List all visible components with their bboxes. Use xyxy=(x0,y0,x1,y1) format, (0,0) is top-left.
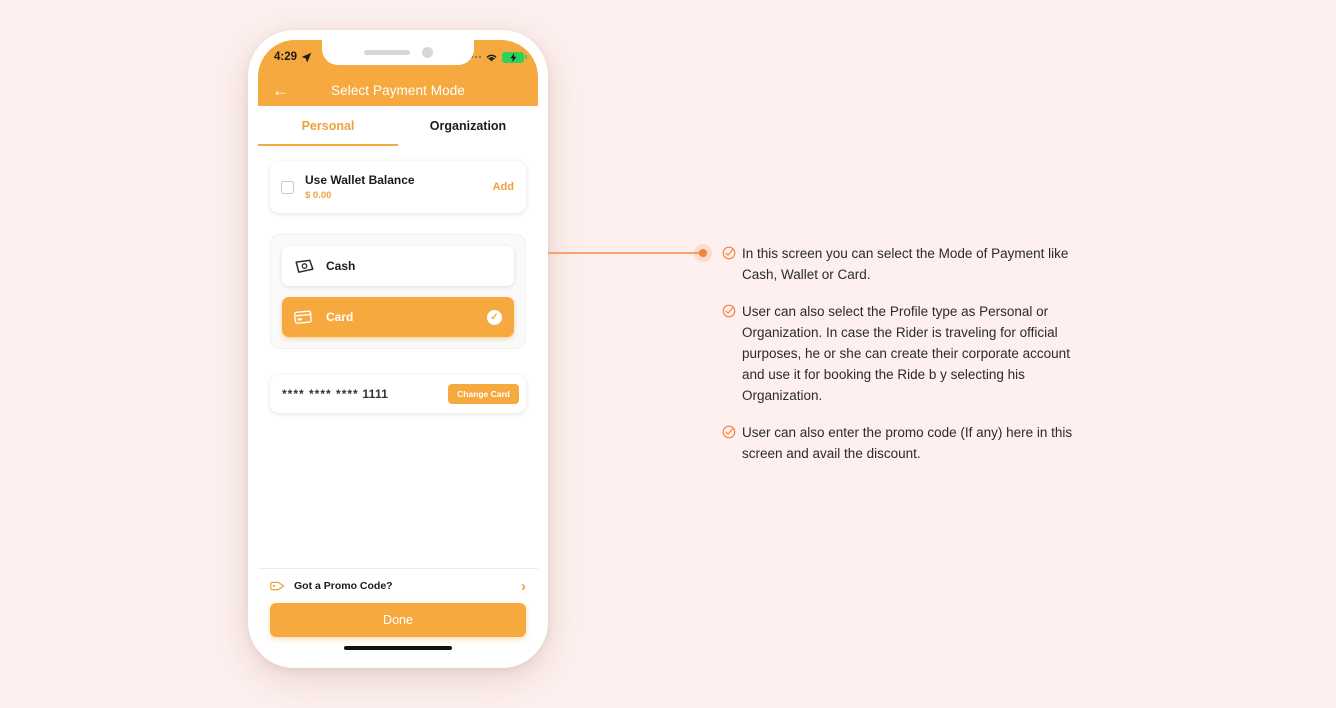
wallet-amount: $ 0.00 xyxy=(305,190,332,201)
back-arrow-icon[interactable]: ← xyxy=(272,82,289,99)
saved-card-last-four: 1111 xyxy=(362,387,389,401)
use-wallet-checkbox[interactable] xyxy=(281,180,294,194)
callout-connector-line xyxy=(548,252,700,254)
add-funds-button[interactable]: Add xyxy=(493,181,514,193)
phone-notch xyxy=(322,40,474,65)
cash-icon xyxy=(294,259,315,274)
charging-bolt-icon xyxy=(510,52,516,62)
payment-options-group: Cash Card ✓ xyxy=(270,234,526,349)
status-time: 4:29 xyxy=(274,51,298,63)
circle-check-icon xyxy=(722,243,742,285)
wallet-text-group: Use Wallet Balance $ 0.00 xyxy=(305,173,493,201)
credit-card-icon xyxy=(294,309,315,325)
front-camera-icon xyxy=(421,47,433,58)
tab-organization[interactable]: Organization xyxy=(398,106,538,146)
wifi-icon xyxy=(486,54,497,61)
promo-code-label: Got a Promo Code? xyxy=(294,580,393,592)
saved-card-row: **** **** **** 1111 Change Card xyxy=(270,375,526,413)
chevron-right-icon[interactable]: › xyxy=(521,578,526,595)
saved-card-number: **** **** **** 1111 xyxy=(282,387,448,401)
annotation-item: User can also enter the promo code (If a… xyxy=(722,422,1092,464)
home-indicator xyxy=(344,646,452,650)
page-title: Select Payment Mode xyxy=(331,82,465,98)
wallet-balance-row[interactable]: Use Wallet Balance $ 0.00 Add xyxy=(270,161,526,213)
circle-check-icon xyxy=(722,422,742,464)
circle-check-icon xyxy=(722,301,742,406)
payment-option-cash-label: Cash xyxy=(326,259,356,273)
battery-charging-icon xyxy=(502,51,527,63)
saved-card-mask: **** **** **** xyxy=(282,387,359,401)
status-bar-right xyxy=(466,51,527,63)
done-button[interactable]: Done xyxy=(270,603,526,637)
status-bar-left: 4:29 xyxy=(274,51,312,63)
phone-screen: 4:29 ← Select Payment Mode Personal Orga… xyxy=(258,40,538,658)
location-arrow-icon xyxy=(301,52,312,62)
callout-connector-dot-core xyxy=(699,249,707,257)
payment-option-cash[interactable]: Cash xyxy=(282,246,514,286)
annotation-item: User can also select the Profile type as… xyxy=(722,301,1092,406)
payment-option-card[interactable]: Card ✓ xyxy=(282,297,514,337)
page-root: 4:29 ← Select Payment Mode Personal Orga… xyxy=(0,0,1336,708)
speaker-grille-icon xyxy=(363,50,410,55)
selected-check-icon: ✓ xyxy=(487,309,502,325)
wallet-title: Use Wallet Balance xyxy=(305,173,415,187)
tag-icon xyxy=(270,581,285,591)
callout-connector-dot xyxy=(694,244,712,262)
promo-code-row[interactable]: Got a Promo Code? › xyxy=(270,569,526,603)
change-card-button[interactable]: Change Card xyxy=(448,384,519,404)
bottom-bar: Got a Promo Code? › Done xyxy=(258,568,538,658)
annotation-text: User can also select the Profile type as… xyxy=(742,304,1070,403)
annotation-text: In this screen you can select the Mode o… xyxy=(742,246,1069,282)
screen-body: Use Wallet Balance $ 0.00 Add Cash Card … xyxy=(258,146,538,568)
payment-option-card-label: Card xyxy=(326,310,354,324)
annotation-text: User can also enter the promo code (If a… xyxy=(742,425,1073,461)
profile-type-tabs: Personal Organization xyxy=(258,106,538,146)
app-bar: ← Select Payment Mode xyxy=(258,74,538,106)
phone-mockup: 4:29 ← Select Payment Mode Personal Orga… xyxy=(248,30,548,668)
tab-personal[interactable]: Personal xyxy=(258,106,398,146)
annotation-item: In this screen you can select the Mode o… xyxy=(722,243,1092,285)
annotation-list: In this screen you can select the Mode o… xyxy=(722,243,1092,480)
